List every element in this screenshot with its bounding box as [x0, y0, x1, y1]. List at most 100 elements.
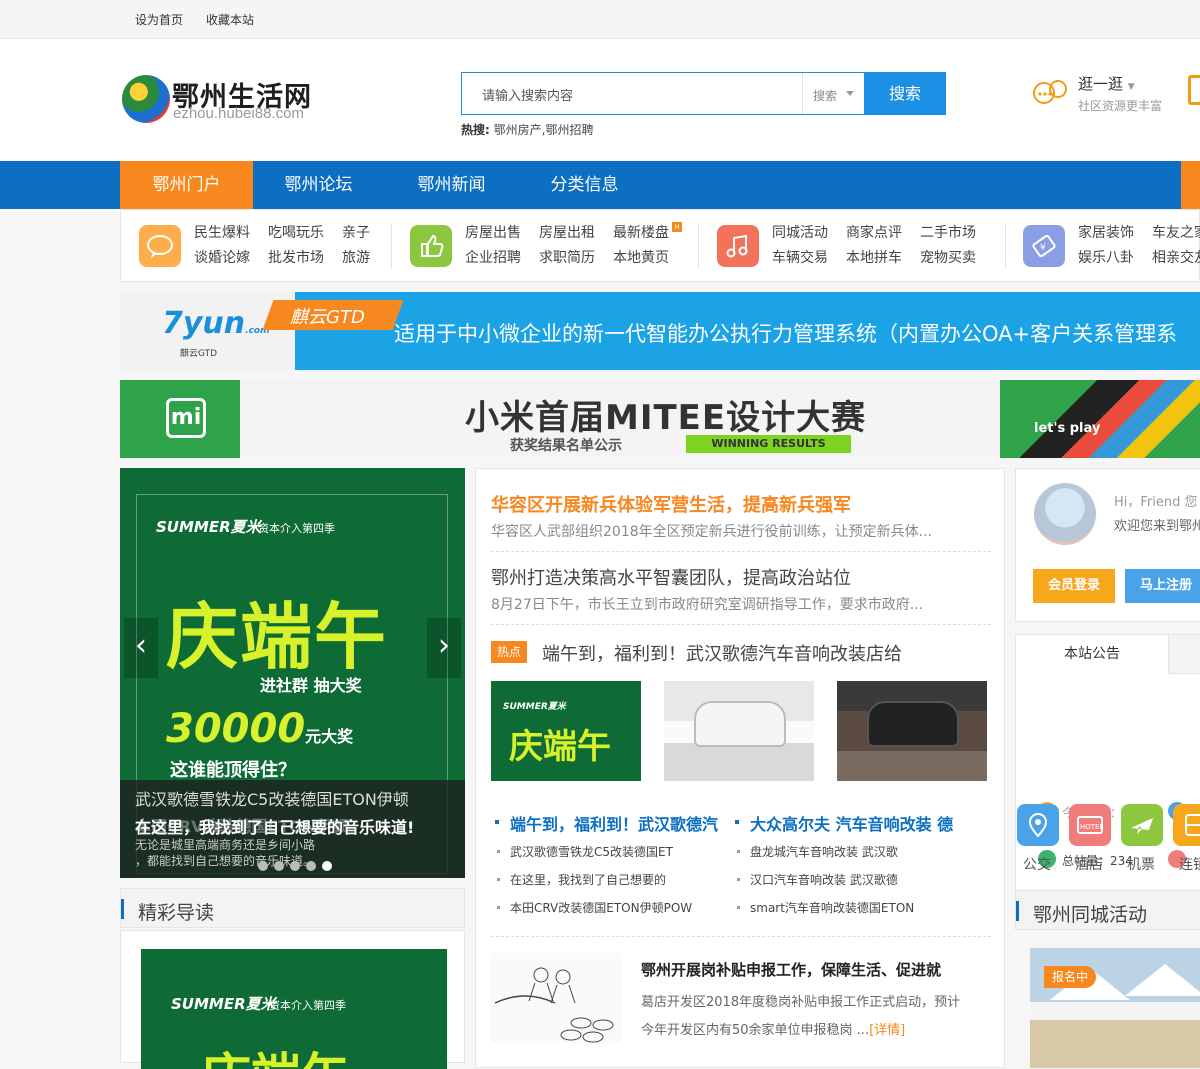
section-accent-bar — [1016, 901, 1019, 921]
login-button[interactable]: 会员登录 — [1033, 569, 1115, 603]
slider-dot[interactable] — [258, 861, 268, 871]
avatar — [1034, 483, 1096, 545]
more-link[interactable]: [详情] — [869, 1023, 905, 1038]
guide-brand-sub: 资本介入第四季 — [269, 999, 346, 1012]
nav-item-classifieds[interactable]: 分类信息 — [518, 161, 651, 209]
category-link[interactable]: 亲子 — [342, 222, 370, 242]
guide-image[interactable]: SUMMER夏米 资本介入第四季 庆端午 — [141, 949, 447, 1069]
category-link[interactable]: 本地黄页 — [613, 247, 669, 267]
set-home-link[interactable]: 设为首页 — [135, 11, 183, 28]
activity-image[interactable]: 报名中 — [1030, 948, 1200, 1068]
image-slider[interactable]: SUMMER夏米 资本介入第四季 庆端午 进社群 抽大奖 30000元大奖 这谁… — [120, 468, 465, 878]
site-logo[interactable]: 鄂州生活网 ezhou.hubei88.com — [122, 73, 332, 129]
hotel-icon[interactable]: HOTEL — [1069, 804, 1111, 846]
svg-text:¥: ¥ — [1040, 243, 1046, 253]
category-link[interactable]: 房屋出售 — [465, 222, 521, 242]
hot-search: 热搜: 鄂州房产,鄂州招聘 — [461, 121, 593, 138]
category-link[interactable]: 本地拼车 — [846, 247, 902, 267]
category-link[interactable]: 谈婚论嫁 — [194, 247, 250, 267]
slider-dot[interactable] — [306, 861, 316, 871]
category-link[interactable]: 企业招聘 — [465, 247, 521, 267]
category-link[interactable]: 二手市场 — [920, 222, 976, 242]
slider-caption-active[interactable]: 在这里，我找到了自己想要的音乐味道! — [135, 814, 414, 838]
column-2-link[interactable]: smart汽车音响改装德国ETON — [750, 899, 914, 916]
category-link[interactable]: 车友之家 — [1152, 222, 1200, 242]
slider-prev-arrow-icon[interactable]: ‹ — [124, 618, 158, 678]
quick-label-chain[interactable]: 连锁 — [1179, 854, 1200, 874]
chat-bubble-icon — [139, 225, 181, 267]
category-link[interactable]: 吃喝玩乐 — [268, 222, 324, 242]
quick-label-bus[interactable]: 公交 — [1023, 854, 1051, 874]
summary-1: 华容区人武部组织2018年全区预定新兵进行役前训练，让预定新兵体... — [491, 524, 932, 540]
ad-banner-mitee[interactable]: mi 小米首届MITEE设计大赛 获奖结果名单公示 WINNING RESULT… — [120, 380, 1200, 458]
thumb-dark-car[interactable] — [837, 681, 987, 781]
category-link[interactable]: 最新楼盘 — [613, 222, 669, 242]
bookmark-link[interactable]: 收藏本站 — [206, 11, 254, 28]
register-button[interactable]: 马上注册 — [1125, 569, 1200, 603]
thumb-summer-poster[interactable]: SUMMER夏米 庆端午 — [491, 681, 641, 781]
guide-section-header: 精彩导读 — [120, 888, 465, 928]
column-1-link[interactable]: 本田CRV改装德国ETON伊顿POW — [510, 899, 692, 916]
hot-search-links[interactable]: 鄂州房产,鄂州招聘 — [494, 123, 594, 137]
column-2-head[interactable]: 大众高尔夫 汽车音响改装 德 — [750, 811, 953, 835]
category-link[interactable]: 家居装饰 — [1078, 222, 1134, 242]
search-input[interactable]: 请输入搜索内容 — [482, 85, 573, 104]
column-1-head[interactable]: 端午到，福利到！武汉歌德汽 — [510, 811, 718, 835]
column-2-link[interactable]: 盘龙城汽车音响改装 武汉歌 — [750, 843, 898, 860]
poster-question: 这谁能顶得住？ — [170, 760, 296, 781]
thumbs-up-icon — [410, 225, 452, 267]
column-1-link[interactable]: 在这里，我找到了自己想要的 — [510, 871, 666, 888]
divider — [698, 224, 699, 269]
thumb-brand: SUMMER夏米 — [503, 702, 566, 712]
ad-banner-qiyun[interactable]: 7yun.com 麒云GTD 麒云GTD 适用于中小微企业的新一代智能办公执行力管… — [120, 292, 1200, 370]
slider-dot-active[interactable] — [322, 861, 332, 871]
category-link[interactable]: 房屋出租 — [539, 222, 595, 242]
slider-dot[interactable] — [274, 861, 284, 871]
category-link[interactable]: 宠物买卖 — [920, 247, 976, 267]
category-link[interactable]: 同城活动 — [772, 222, 828, 242]
top-bar: 设为首页 收藏本站 — [0, 0, 1200, 39]
search-scope-select[interactable]: 搜索 — [802, 73, 864, 114]
category-link[interactable]: 商家点评 — [846, 222, 902, 242]
slider-caption-desc: 无论是城里高端商务还是乡间小路 — [135, 838, 316, 852]
category-link[interactable]: 相亲交友 — [1152, 247, 1200, 267]
thumb-white-car[interactable] — [664, 681, 814, 781]
hot-headline[interactable]: 端午到，福利到！武汉歌德汽车音响改装店给 — [542, 640, 902, 666]
category-link[interactable]: 车辆交易 — [772, 247, 828, 267]
notice-tabs: 本站公告 — [1015, 634, 1200, 674]
banner-subtitle: 获奖结果名单公示 — [510, 438, 622, 454]
train-icon[interactable] — [1173, 804, 1200, 846]
category-link[interactable]: 娱乐八卦 — [1078, 247, 1134, 267]
user-panel: Hi，Friend 您 欢迎您来到鄂州 会员登录 马上注册 — [1015, 468, 1200, 622]
ticket-icon: ¥ — [1023, 225, 1065, 267]
nav-edge-button[interactable] — [1181, 161, 1200, 209]
quick-label-hotel[interactable]: 酒店 — [1075, 854, 1103, 874]
search-button[interactable]: 搜索 — [864, 72, 946, 115]
plane-icon[interactable] — [1121, 804, 1163, 846]
category-link[interactable]: 民生爆料 — [194, 222, 250, 242]
nav-item-portal[interactable]: 鄂州门户 — [120, 161, 253, 209]
slider-next-arrow-icon[interactable]: › — [427, 618, 461, 678]
location-pin-icon[interactable] — [1017, 804, 1059, 846]
slider-dot[interactable] — [290, 861, 300, 871]
bullet — [495, 820, 499, 824]
column-1-link[interactable]: 武汉歌德雪铁龙C5改装德国ET — [510, 843, 673, 860]
category-link[interactable]: 求职简历 — [539, 247, 595, 267]
headline-1[interactable]: 华容区开展新兵体验军营生活，提高新兵强军 — [491, 491, 851, 517]
headline-2[interactable]: 鄂州打造决策高水平智囊团队，提高政治站位 — [491, 564, 851, 590]
category-link[interactable]: 批发市场 — [268, 247, 324, 267]
car-image — [694, 701, 786, 747]
bullet — [497, 906, 500, 909]
feature-news-title[interactable]: 鄂州开展岗补贴申报工作，保障生活、促进就 — [641, 959, 941, 980]
slider-caption-title[interactable]: 武汉歌德雪铁龙C5改装德国ETON伊顿 — [135, 786, 409, 810]
category-link[interactable]: 旅游 — [342, 247, 370, 267]
activity-section-title: 鄂州同城活动 — [1033, 904, 1148, 926]
nav-item-news[interactable]: 鄂州新闻 — [385, 161, 518, 209]
tab-notice[interactable]: 本站公告 — [1016, 635, 1169, 674]
nav-item-forum[interactable]: 鄂州论坛 — [252, 161, 385, 209]
feature-news-image[interactable] — [491, 953, 621, 1043]
quick-label-flights[interactable]: 机票 — [1127, 854, 1155, 874]
chevron-down-icon — [846, 91, 854, 96]
column-2-link[interactable]: 汉口汽车音响改装 武汉歌德 — [750, 871, 898, 888]
app-icon[interactable] — [1188, 75, 1200, 105]
